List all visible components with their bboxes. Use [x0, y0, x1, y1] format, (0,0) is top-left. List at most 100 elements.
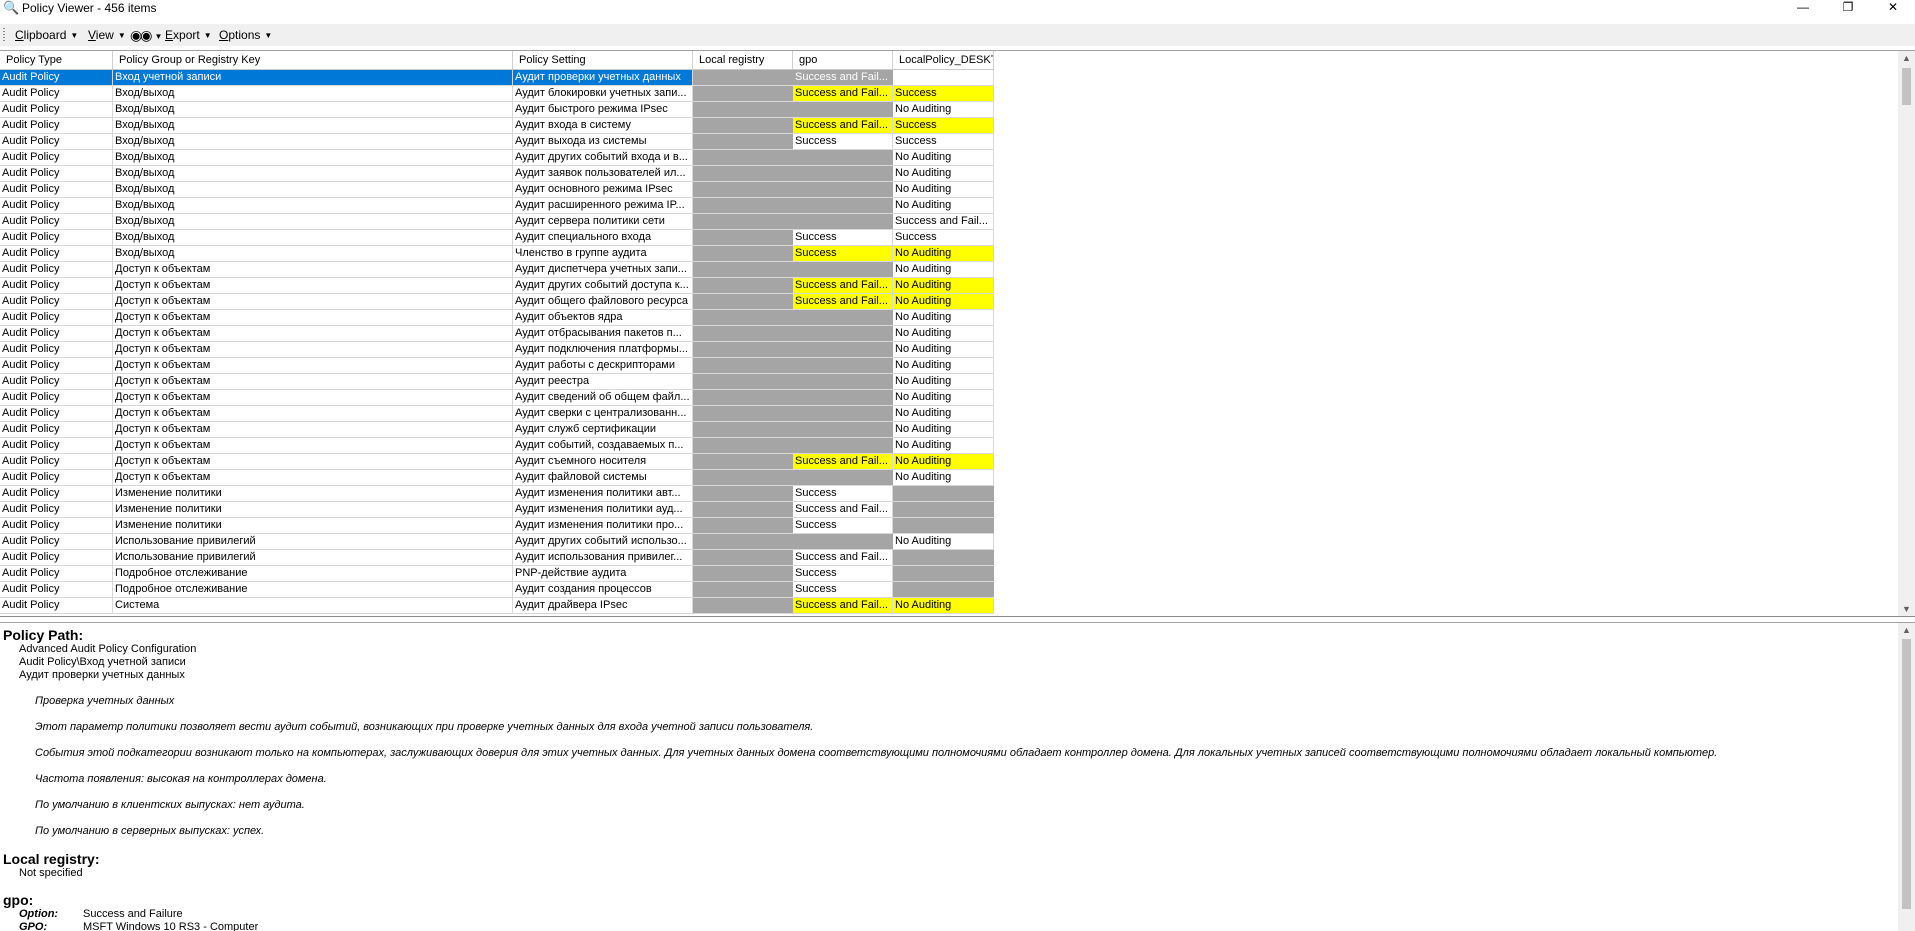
view-menu[interactable]: View ▼ — [88, 26, 126, 44]
options-menu[interactable]: Options ▼ — [219, 26, 272, 44]
table-row[interactable]: Audit Policy Использование привилегий Ауди… — [0, 534, 994, 550]
table-row[interactable]: Audit Policy Вход/выход Членство в группе … — [0, 246, 994, 262]
column-header-policy-type[interactable]: Policy Type — [0, 51, 113, 69]
table-row[interactable]: Audit Policy Вход/выход Аудит расширенного… — [0, 198, 994, 214]
table-cell-policy-setting: Аудит использования привилег... — [513, 550, 693, 565]
table-row[interactable]: Audit Policy Система Аудит драйвера IPsec S… — [0, 598, 994, 614]
export-menu[interactable]: Export ▼ — [165, 26, 212, 44]
table-cell-local-registry — [693, 342, 793, 357]
table-row[interactable]: Audit Policy Доступ к объектам Аудит сверк… — [0, 406, 994, 422]
table-row[interactable]: Audit Policy Подробное отслеживание Аудит … — [0, 582, 994, 598]
table-row[interactable]: Audit Policy Доступ к объектам Аудит служб… — [0, 422, 994, 438]
table-cell-gpo: Success and Fail... — [793, 86, 893, 101]
table-cell-gpo — [793, 358, 893, 373]
chevron-down-icon: ▼ — [154, 32, 163, 41]
minimize-button[interactable]: — — [1781, 0, 1825, 16]
table-cell-policy-setting: Аудит проверки учетных данных — [513, 70, 693, 85]
column-header-local-registry[interactable]: Local registry — [693, 51, 793, 69]
table-cell-gpo — [793, 102, 893, 117]
table-cell-localpolicy: No Auditing — [893, 358, 994, 373]
table-row[interactable]: Audit Policy Доступ к объектам Аудит диспе… — [0, 262, 994, 278]
table-row[interactable]: Audit Policy Использование привилегий Ауди… — [0, 550, 994, 566]
table-row[interactable]: Audit Policy Вход/выход Аудит основного ре… — [0, 182, 994, 198]
table-cell-policy-type: Audit Policy — [0, 470, 113, 485]
table-row[interactable]: Audit Policy Доступ к объектам Аудит событ… — [0, 438, 994, 454]
binoculars-icon: ◉◉ — [130, 27, 152, 43]
table-cell-policy-setting: Аудит основного режима IPsec — [513, 182, 693, 197]
table-cell-gpo — [793, 438, 893, 453]
table-row[interactable]: Audit Policy Изменение политики Аудит изме… — [0, 502, 994, 518]
table-cell-policy-type: Audit Policy — [0, 150, 113, 165]
scroll-down-icon[interactable]: ▼ — [1898, 602, 1915, 616]
table-cell-policy-type: Audit Policy — [0, 406, 113, 421]
table-cell-policy-type: Audit Policy — [0, 438, 113, 453]
details-vertical-scrollbar[interactable]: ▲ — [1898, 623, 1915, 931]
table-cell-localpolicy — [893, 582, 994, 597]
details-scroll-thumb[interactable] — [1902, 639, 1911, 909]
table-cell-policy-group: Использование привилегий — [113, 550, 513, 565]
table-cell-policy-group: Доступ к объектам — [113, 422, 513, 437]
table-row[interactable]: Audit Policy Вход учетной записи Аудит про… — [0, 70, 994, 86]
table-row[interactable]: Audit Policy Доступ к объектам Аудит файло… — [0, 470, 994, 486]
table-row[interactable]: Audit Policy Доступ к объектам Аудит отбра… — [0, 326, 994, 342]
close-button[interactable]: ✕ — [1871, 0, 1915, 16]
policy-grid[interactable]: Policy Type Policy Group or Registry Key P… — [0, 50, 1915, 617]
table-cell-local-registry — [693, 486, 793, 501]
table-cell-policy-setting: Аудит объектов ядра — [513, 310, 693, 325]
table-row[interactable]: Audit Policy Вход/выход Аудит входа в сист… — [0, 118, 994, 134]
table-cell-localpolicy: No Auditing — [893, 262, 994, 277]
table-cell-policy-type: Audit Policy — [0, 582, 113, 597]
toolbar-grip[interactable] — [3, 28, 5, 43]
table-row[interactable]: Audit Policy Вход/выход Аудит блокировки у… — [0, 86, 994, 102]
table-row[interactable]: Audit Policy Доступ к объектам Аудит подкл… — [0, 342, 994, 358]
table-row[interactable]: Audit Policy Вход/выход Аудит других событ… — [0, 150, 994, 166]
table-row[interactable]: Audit Policy Вход/выход Аудит быстрого реж… — [0, 102, 994, 118]
table-cell-local-registry — [693, 70, 793, 85]
table-row[interactable]: Audit Policy Вход/выход Аудит специального… — [0, 230, 994, 246]
grid-scroll-thumb[interactable] — [1902, 68, 1911, 105]
table-cell-local-registry — [693, 118, 793, 133]
table-row[interactable]: Audit Policy Доступ к объектам Аудит реест… — [0, 374, 994, 390]
table-cell-local-registry — [693, 406, 793, 421]
table-cell-policy-type: Audit Policy — [0, 246, 113, 261]
column-header-localpolicy[interactable]: LocalPolicy_DESKT — [893, 51, 994, 69]
table-row[interactable]: Audit Policy Доступ к объектам Аудит объек… — [0, 310, 994, 326]
table-row[interactable]: Audit Policy Доступ к объектам Аудит общег… — [0, 294, 994, 310]
table-row[interactable]: Audit Policy Вход/выход Аудит сервера поли… — [0, 214, 994, 230]
chevron-down-icon: ▼ — [70, 31, 79, 40]
table-cell-localpolicy: Success — [893, 230, 994, 245]
table-row[interactable]: Audit Policy Подробное отслеживание PNP-де… — [0, 566, 994, 582]
table-row[interactable]: Audit Policy Изменение политики Аудит изме… — [0, 486, 994, 502]
table-row[interactable]: Audit Policy Изменение политики Аудит изме… — [0, 518, 994, 534]
column-header-gpo[interactable]: gpo — [793, 51, 893, 69]
column-header-policy-group[interactable]: Policy Group or Registry Key — [113, 51, 513, 69]
table-cell-local-registry — [693, 470, 793, 485]
table-cell-policy-group: Доступ к объектам — [113, 454, 513, 469]
table-cell-localpolicy: Success and Fail... — [893, 214, 994, 229]
table-cell-policy-setting: Аудит отбрасывания пакетов п... — [513, 326, 693, 341]
table-row[interactable]: Audit Policy Вход/выход Аудит заявок польз… — [0, 166, 994, 182]
scroll-up-icon[interactable]: ▲ — [1898, 623, 1915, 637]
grid-header: Policy Type Policy Group or Registry Key P… — [0, 51, 994, 70]
find-button[interactable]: ◉◉ ▼ — [130, 26, 162, 44]
table-cell-policy-setting: Аудит работы с дескрипторами — [513, 358, 693, 373]
clipboard-menu[interactable]: Clipboard ▼ — [15, 26, 78, 44]
table-cell-policy-type: Audit Policy — [0, 118, 113, 133]
scroll-up-icon[interactable]: ▲ — [1898, 51, 1915, 65]
table-cell-policy-type: Audit Policy — [0, 294, 113, 309]
table-cell-policy-setting: PNP-действие аудита — [513, 566, 693, 581]
restore-button[interactable]: ❐ — [1826, 0, 1870, 16]
grid-vertical-scrollbar[interactable]: ▲ ▼ — [1898, 51, 1915, 616]
table-row[interactable]: Audit Policy Вход/выход Аудит выхода из си… — [0, 134, 994, 150]
gpo-heading: gpo: — [3, 892, 34, 908]
table-cell-localpolicy — [893, 550, 994, 565]
column-header-policy-setting[interactable]: Policy Setting — [513, 51, 693, 69]
table-cell-policy-setting: Аудит реестра — [513, 374, 693, 389]
table-cell-policy-type: Audit Policy — [0, 390, 113, 405]
table-row[interactable]: Audit Policy Доступ к объектам Аудит сведе… — [0, 390, 994, 406]
table-row[interactable]: Audit Policy Доступ к объектам Аудит работ… — [0, 358, 994, 374]
table-row[interactable]: Audit Policy Доступ к объектам Аудит съемн… — [0, 454, 994, 470]
table-cell-localpolicy — [893, 518, 994, 533]
table-cell-gpo: Success and Fail... — [793, 454, 893, 469]
table-row[interactable]: Audit Policy Доступ к объектам Аудит други… — [0, 278, 994, 294]
